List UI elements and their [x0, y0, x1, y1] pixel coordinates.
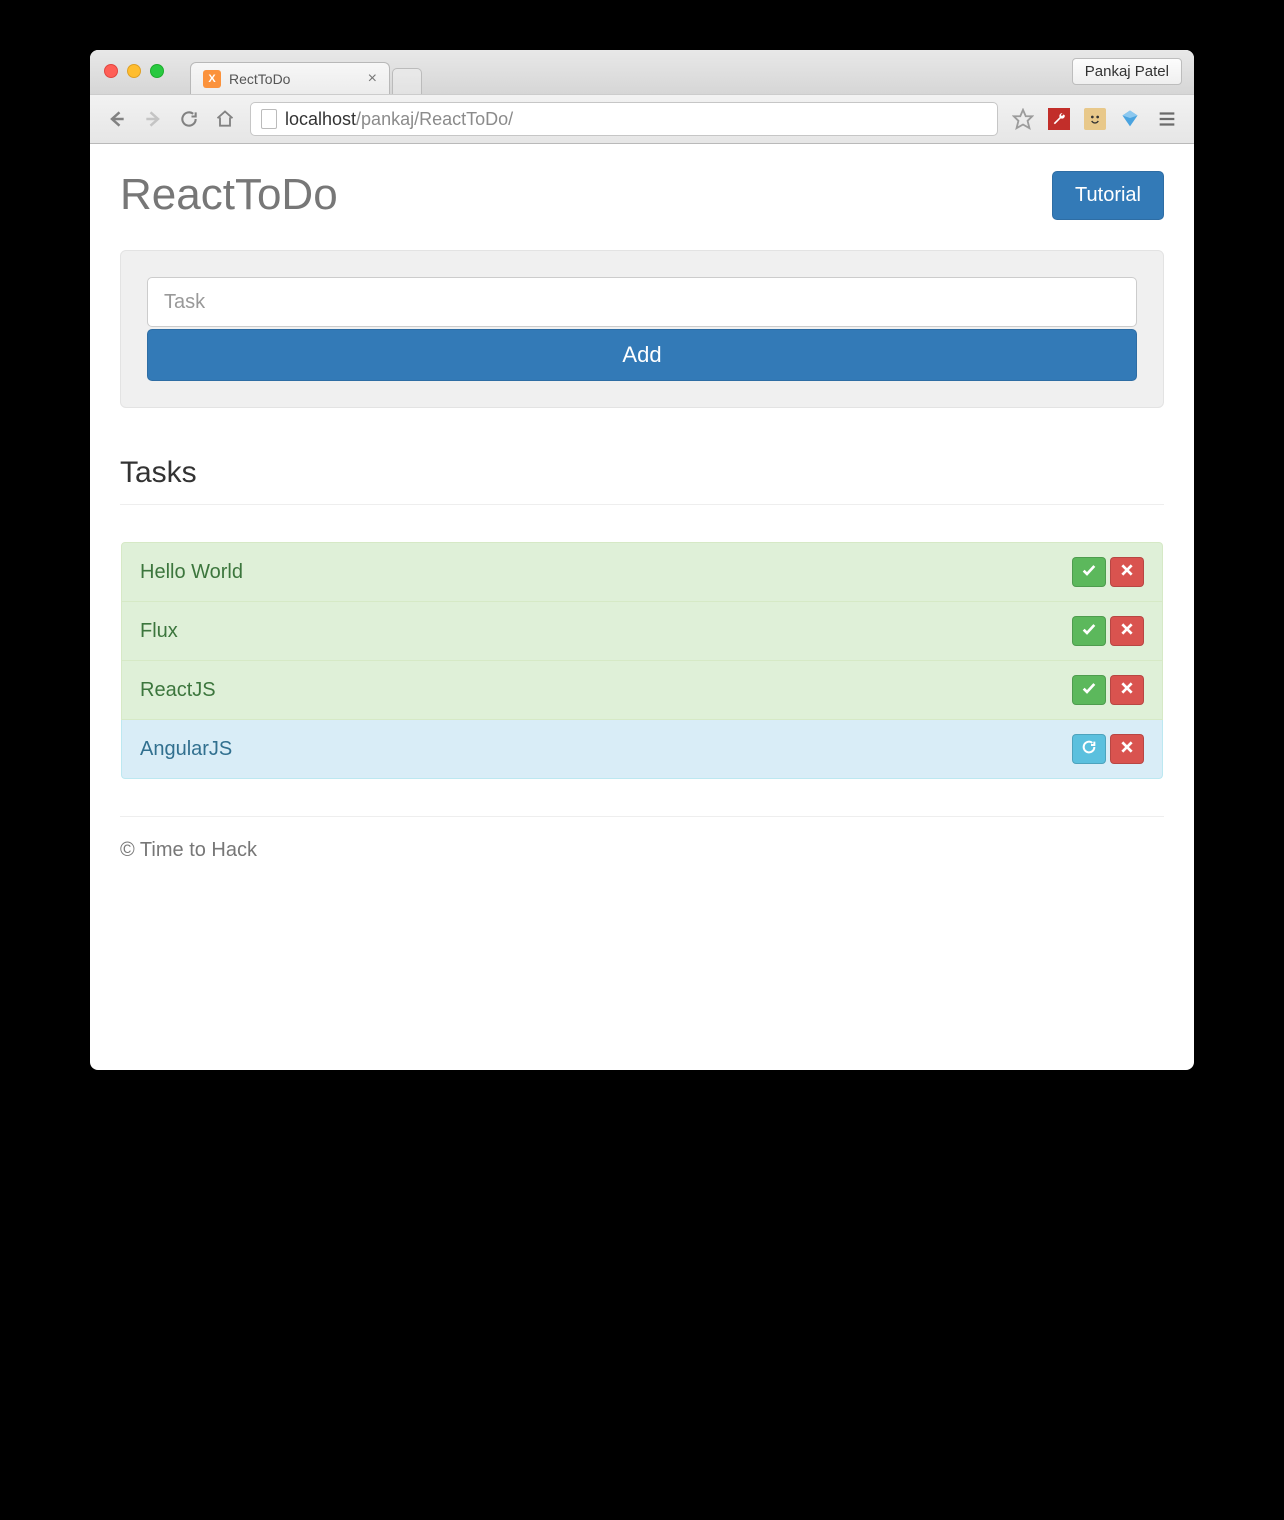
add-task-panel: Add — [120, 250, 1164, 408]
task-text: AngularJS — [140, 738, 232, 761]
task-actions — [1072, 557, 1144, 587]
delete-task-button[interactable] — [1110, 616, 1144, 646]
url-host: localhost — [285, 109, 356, 129]
task-row: AngularJS — [121, 720, 1163, 779]
close-icon — [1119, 679, 1135, 702]
browser-tab[interactable]: X RectToDo × — [190, 62, 390, 94]
tutorial-button[interactable]: Tutorial — [1052, 171, 1164, 220]
task-actions — [1072, 675, 1144, 705]
check-icon — [1081, 620, 1097, 643]
task-row: ReactJS — [121, 661, 1163, 720]
tasks-heading: Tasks — [120, 456, 1164, 490]
page-header: ReactToDo Tutorial — [120, 170, 1164, 220]
maximize-window-button[interactable] — [150, 64, 164, 78]
reset-task-button[interactable] — [1072, 734, 1106, 764]
extension-diamond-icon[interactable] — [1120, 108, 1142, 130]
task-input[interactable] — [147, 277, 1137, 327]
extension-wrench-icon[interactable] — [1048, 108, 1070, 130]
menu-icon[interactable] — [1156, 108, 1178, 130]
footer-text: © Time to Hack — [120, 839, 1164, 862]
complete-task-button[interactable] — [1072, 557, 1106, 587]
close-icon — [1119, 620, 1135, 643]
xampp-favicon-icon: X — [203, 70, 221, 88]
page-content: ReactToDo Tutorial Add Tasks Hello World… — [90, 144, 1194, 892]
url-path: /pankaj/ReactToDo/ — [356, 109, 513, 129]
task-actions — [1072, 734, 1144, 764]
page-icon — [261, 109, 277, 129]
refresh-icon — [1081, 738, 1097, 761]
new-tab-button[interactable] — [392, 68, 422, 94]
task-text: Flux — [140, 620, 178, 643]
back-button[interactable] — [106, 108, 128, 130]
close-icon — [1119, 561, 1135, 584]
page-title: ReactToDo — [120, 170, 338, 220]
task-text: ReactJS — [140, 679, 216, 702]
forward-button[interactable] — [142, 108, 164, 130]
tab-title: RectToDo — [229, 71, 290, 87]
complete-task-button[interactable] — [1072, 616, 1106, 646]
task-text: Hello World — [140, 561, 243, 584]
complete-task-button[interactable] — [1072, 675, 1106, 705]
task-row: Flux — [121, 602, 1163, 661]
close-icon — [1119, 738, 1135, 761]
delete-task-button[interactable] — [1110, 675, 1144, 705]
reload-button[interactable] — [178, 108, 200, 130]
footer-divider — [120, 816, 1164, 817]
bookmark-star-icon[interactable] — [1012, 108, 1034, 130]
add-button[interactable]: Add — [147, 329, 1137, 381]
tabs-region: X RectToDo × — [190, 50, 1184, 94]
close-window-button[interactable] — [104, 64, 118, 78]
extension-smiley-icon[interactable] — [1084, 108, 1106, 130]
browser-toolbar: localhost/pankaj/ReactToDo/ — [90, 94, 1194, 144]
user-profile-chip[interactable]: Pankaj Patel — [1072, 58, 1182, 85]
check-icon — [1081, 679, 1097, 702]
divider — [120, 504, 1164, 505]
task-list: Hello World Flux ReactJS AngularJS — [120, 541, 1164, 780]
titlebar: X RectToDo × Pankaj Patel — [90, 50, 1194, 94]
task-row: Hello World — [121, 542, 1163, 602]
delete-task-button[interactable] — [1110, 734, 1144, 764]
home-button[interactable] — [214, 108, 236, 130]
minimize-window-button[interactable] — [127, 64, 141, 78]
task-actions — [1072, 616, 1144, 646]
delete-task-button[interactable] — [1110, 557, 1144, 587]
address-bar[interactable]: localhost/pankaj/ReactToDo/ — [250, 102, 998, 136]
traffic-lights — [104, 64, 164, 78]
browser-window: X RectToDo × Pankaj Patel localhost/pank… — [90, 50, 1194, 1070]
close-tab-icon[interactable]: × — [368, 70, 377, 88]
check-icon — [1081, 561, 1097, 584]
